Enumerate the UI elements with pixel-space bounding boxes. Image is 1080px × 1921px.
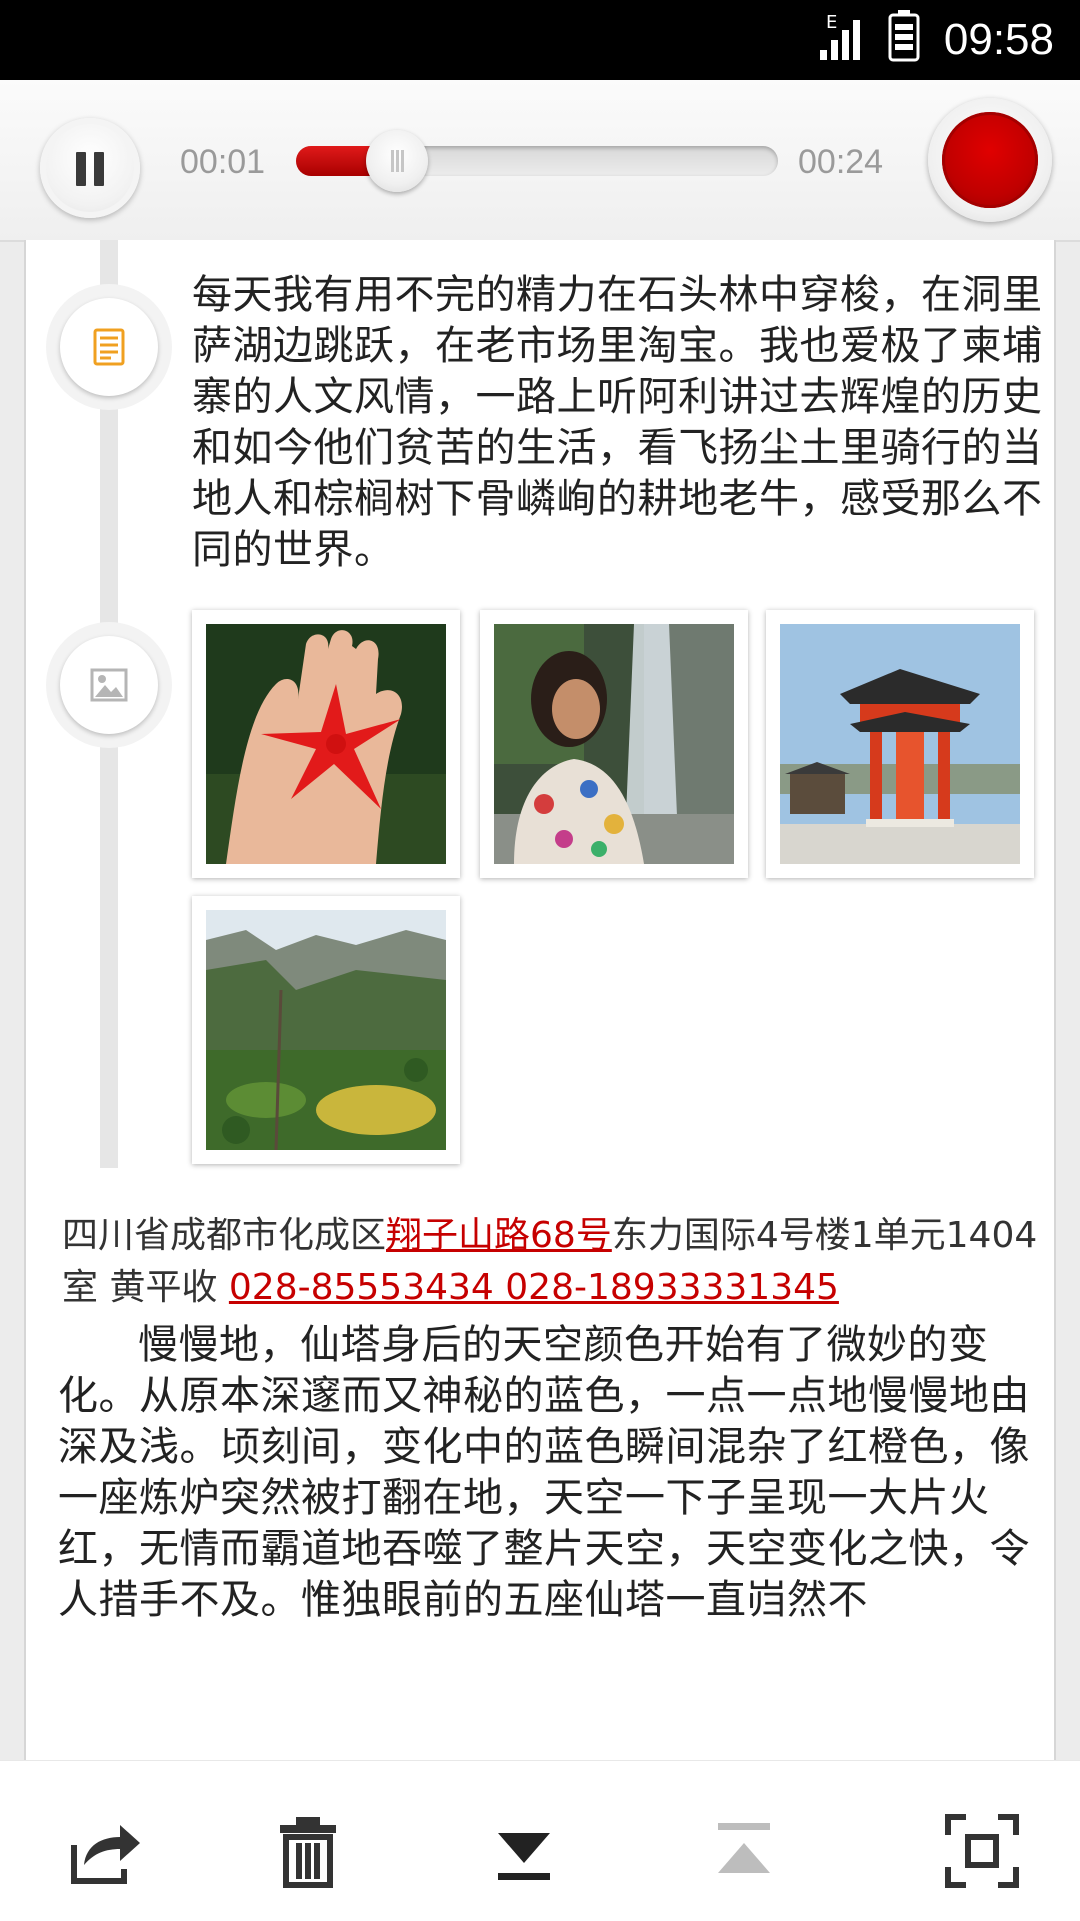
scroll-top-icon	[718, 1823, 770, 1873]
delete-icon	[280, 1817, 336, 1888]
battery-icon	[888, 10, 920, 62]
progress-slider[interactable]	[296, 130, 778, 192]
image-entry-node	[46, 622, 172, 748]
status-bar: E 09:58	[0, 0, 1080, 80]
share-button[interactable]	[66, 1811, 146, 1891]
record-icon	[942, 112, 1038, 208]
progress-thumb[interactable]	[366, 130, 428, 192]
girl-by-waterfall-photo[interactable]	[480, 610, 748, 878]
document-icon	[93, 328, 125, 366]
text-entry-node	[46, 284, 172, 410]
signal-icon	[820, 20, 860, 60]
fullscreen-button[interactable]	[942, 1811, 1022, 1891]
body-paragraph: 慢慢地，仙塔身后的天空颜色开始有了微妙的变化。从原本深邃而又神秘的蓝色，一点一点…	[58, 1322, 1030, 1623]
total-duration: 00:24	[798, 143, 884, 181]
image-icon	[90, 668, 128, 702]
pause-button[interactable]	[40, 118, 140, 218]
elapsed-time: 00:01	[180, 143, 266, 181]
scroll-top-button[interactable]	[704, 1811, 784, 1891]
record-button[interactable]	[928, 98, 1052, 222]
scroll-bottom-icon	[498, 1833, 550, 1880]
status-time: 09:58	[943, 15, 1054, 64]
bottom-toolbar	[0, 1760, 1080, 1921]
starfish-in-hand-photo[interactable]	[192, 610, 460, 878]
delete-button[interactable]	[268, 1811, 348, 1891]
street-link[interactable]: 翔子山路68号	[386, 1215, 612, 1256]
pause-icon	[76, 152, 86, 186]
address-prefix: 四川省成都市化成区	[62, 1215, 387, 1256]
red-temple-gate-photo[interactable]	[766, 610, 1034, 878]
note-card[interactable]: 每天我有用不完的精力在石头林中穿梭，在洞里萨湖边跳跃，在老市场里淘宝。我也爱极了…	[24, 240, 1056, 1760]
share-icon	[71, 1825, 140, 1884]
phone-link[interactable]: 028-85553434 028-18933331345	[229, 1267, 839, 1308]
audio-player: 00:01 00:24	[0, 80, 1080, 242]
valley-landscape-photo[interactable]	[192, 896, 460, 1164]
fullscreen-icon	[945, 1814, 1019, 1888]
address-block: 四川省成都市化成区翔子山路68号东力国际4号楼1单元1404室 黄平收 028-…	[62, 1210, 1062, 1314]
pause-icon-bar	[94, 152, 104, 186]
entry-text: 每天我有用不完的精力在石头林中穿梭，在洞里萨湖边跳跃，在老市场里淘宝。我也爱极了…	[192, 272, 1043, 573]
scroll-bottom-button[interactable]	[484, 1811, 564, 1891]
